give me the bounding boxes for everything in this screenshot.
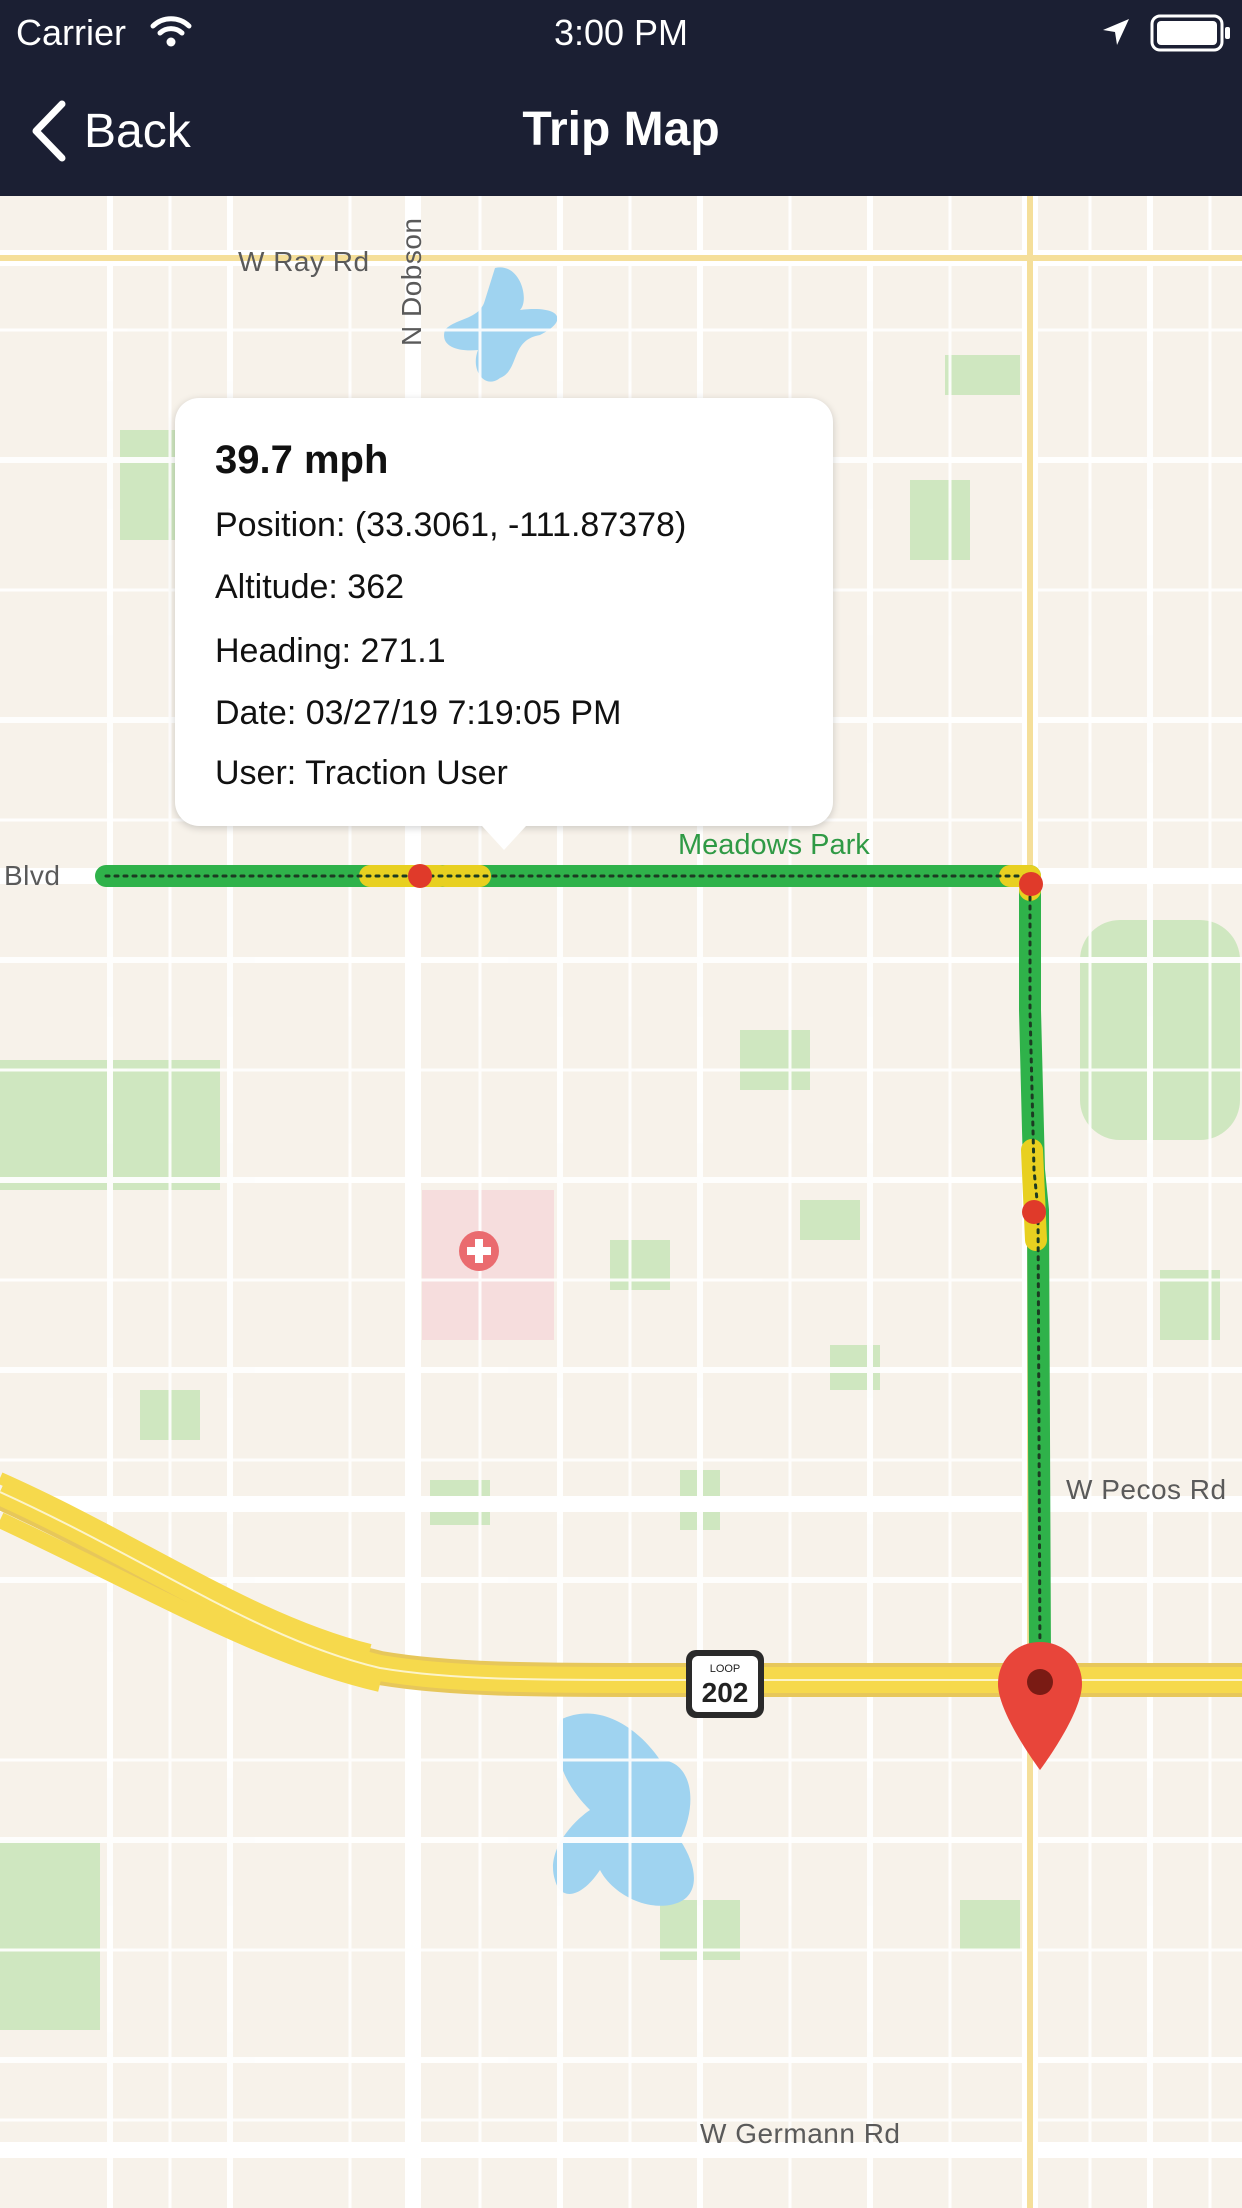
callout-speed: 39.7 mph (215, 438, 389, 482)
loop-shield-top: LOOP (710, 1663, 741, 1675)
page-title: Trip Map (522, 103, 720, 156)
road-label-dobson: N Dobson (396, 217, 427, 346)
status-time: 3:00 PM (553, 12, 689, 53)
callout-position: Position: (33.3061, -111.87378) (215, 506, 687, 544)
trip-point-callout[interactable]: 39.7 mph Position: (33.3061, -111.87378)… (175, 398, 833, 826)
callout-date: Date: 03/27/19 7:19:05 PM (215, 694, 622, 732)
location-arrow-icon (1103, 19, 1129, 45)
callout-altitude: Altitude: 362 (215, 568, 405, 606)
map-pin-icon[interactable] (996, 1640, 1084, 1772)
battery-icon (1150, 14, 1230, 52)
status-bar: Carrier 3:00 PM (0, 0, 1242, 66)
navigation-bar: Back Trip Map (0, 66, 1242, 196)
loop-shield-number: 202 (702, 1677, 749, 1708)
callout-tail (482, 826, 526, 850)
callout-user: User: Traction User (215, 754, 508, 792)
hospital-icon[interactable] (458, 1230, 500, 1272)
road-label-germann: W Germann Rd (700, 2118, 901, 2149)
road-label-ray: W Ray Rd (238, 246, 370, 277)
loop-202-shield-icon: LOOP 202 (686, 1650, 764, 1718)
park-label-line2: Meadows Park (678, 829, 870, 861)
callout-heading: Heading: 271.1 (215, 632, 446, 670)
road-label-pecos: W Pecos Rd (1066, 1474, 1227, 1505)
trip-map[interactable]: W Ray Rd N Dobson Blvd W Pecos Rd W Germ… (0, 196, 1242, 2208)
road-label-blvd: Blvd (4, 860, 61, 891)
